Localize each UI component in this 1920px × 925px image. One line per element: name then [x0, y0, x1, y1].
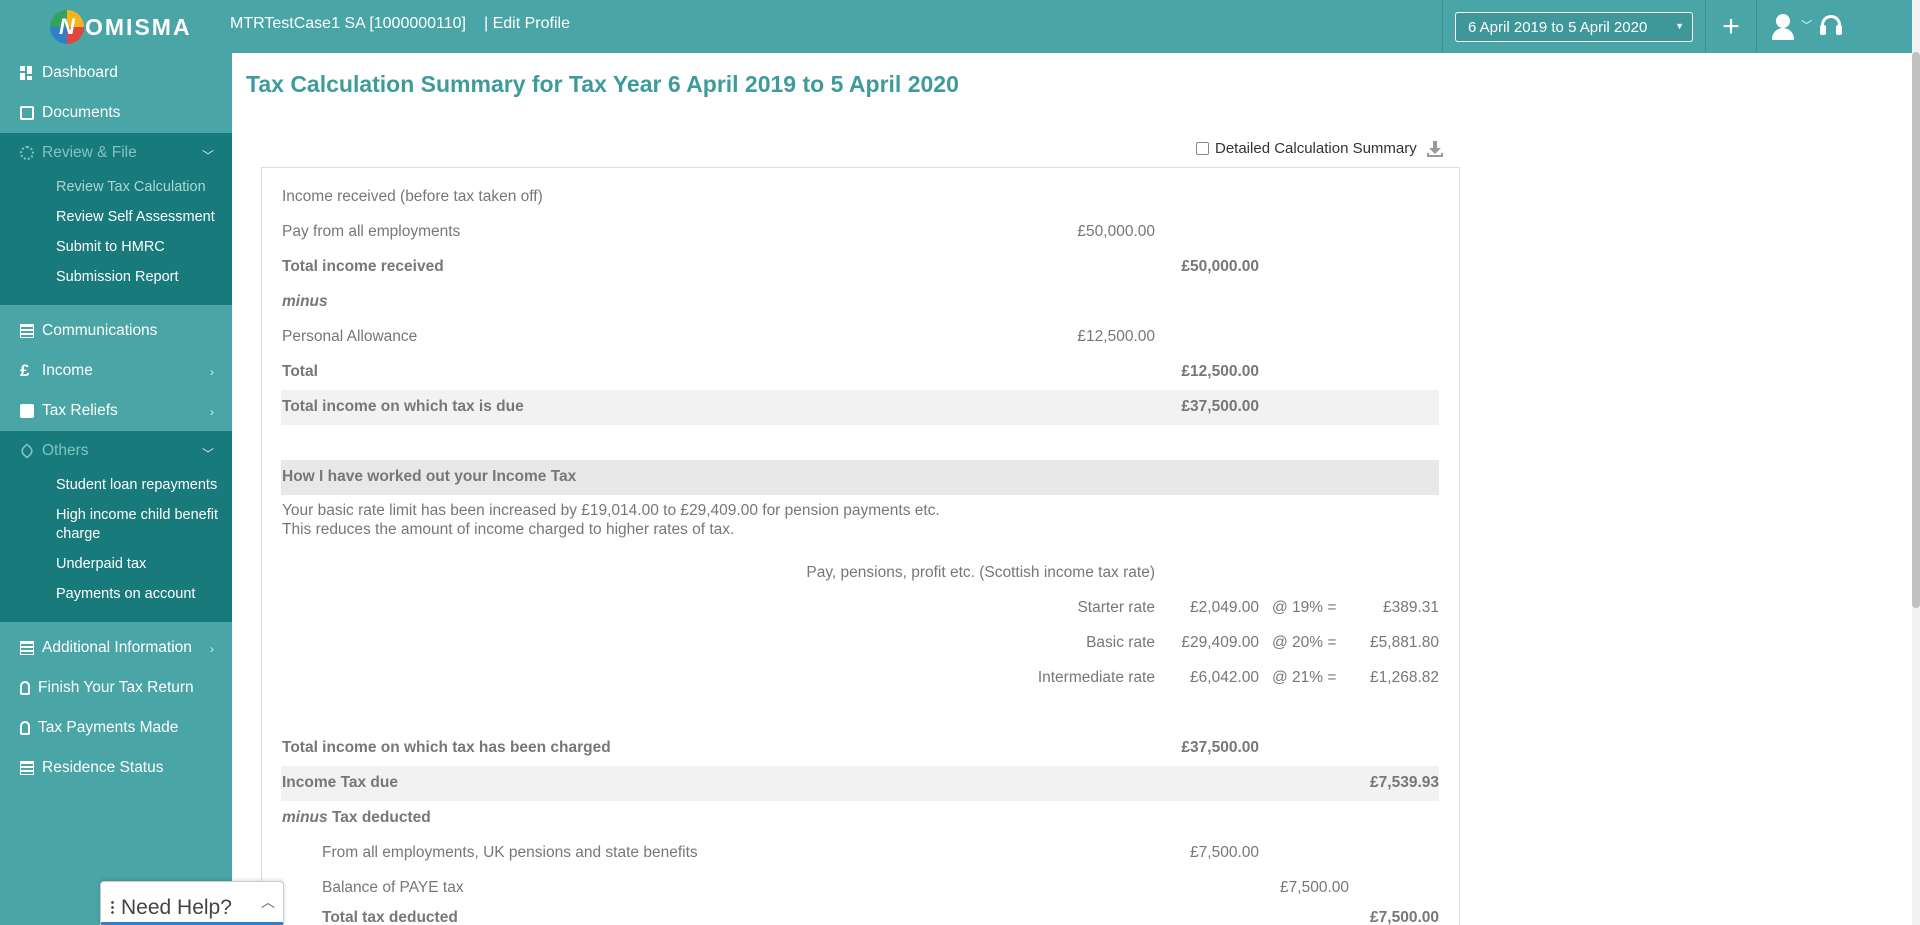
- band-row: Intermediate rate £6,042.00 @ 21% = £1,2…: [1037, 669, 1439, 686]
- additional-information-icon: [20, 641, 34, 655]
- tax-charged-row: Total income on which tax has been charg…: [282, 739, 1259, 756]
- sidebar-item-submit-hmrc[interactable]: Submit to HMRC: [0, 233, 232, 263]
- caret-down-icon: ▼: [1675, 20, 1684, 31]
- client-name: MTRTestCase1 SA [1000000110]: [230, 15, 466, 32]
- income-heading-row: Income received (before tax taken off): [282, 188, 543, 205]
- sidebar-item-residence-status[interactable]: Residence Status: [0, 748, 232, 788]
- documents-icon: [20, 106, 34, 120]
- total-income-row: Total income received £50,000.00: [282, 258, 1259, 275]
- chevron-down-icon: ﹀: [201, 447, 214, 461]
- pound-icon: £: [20, 361, 30, 380]
- sidebar-item-review-self-assessment[interactable]: Review Self Assessment: [0, 203, 232, 233]
- total-row: Total £12,500.00: [282, 363, 1259, 380]
- user-menu-icon[interactable]: ﹀: [1769, 12, 1813, 42]
- headset-icon[interactable]: [1817, 13, 1845, 41]
- sidebar-item-finish-return[interactable]: Finish Your Tax Return: [0, 668, 232, 708]
- chevron-right-icon: ›: [210, 405, 214, 419]
- sidebar-item-documents[interactable]: Documents: [0, 93, 232, 133]
- sidebar-item-dashboard[interactable]: Dashboard: [0, 53, 232, 93]
- edit-profile-link[interactable]: | Edit Profile: [484, 15, 570, 33]
- review-file-group: Review & File ﹀ Review Tax Calculation R…: [0, 133, 232, 305]
- drag-handle-icon[interactable]: [111, 900, 114, 916]
- sidebar-item-underpaid-tax[interactable]: Underpaid tax: [0, 550, 232, 580]
- residence-status-icon: [20, 761, 34, 775]
- sidebar-item-tax-reliefs[interactable]: Tax Reliefs ›: [0, 391, 232, 431]
- chevron-down-icon: ﹀: [201, 149, 214, 163]
- chevron-down-icon: ﹀: [1801, 19, 1812, 32]
- sidebar-item-additional-information[interactable]: Additional Information ›: [0, 628, 232, 668]
- total-deducted-row: Total tax deducted £7,500.00: [322, 909, 1439, 925]
- sidebar-item-income[interactable]: £ Income ›: [0, 351, 232, 391]
- review-file-icon: [20, 146, 34, 160]
- sidebar-item-student-loan[interactable]: Student loan repayments: [0, 471, 232, 501]
- page-title: Tax Calculation Summary for Tax Year 6 A…: [246, 71, 959, 97]
- pointer-icon: [20, 681, 30, 695]
- nomisma-logo[interactable]: N OMISMA: [50, 10, 192, 44]
- scottish-rate-heading: Pay, pensions, profit etc. (Scottish inc…: [806, 564, 1155, 581]
- topbar-actions: 6 April 2019 to 5 April 2020 ▼ + ﹀: [1442, 0, 1845, 53]
- sidebar: Dashboard Documents Review & File ﹀ Revi…: [0, 53, 232, 925]
- tax-deducted-row: minus Tax deducted: [282, 809, 431, 826]
- communications-icon: [20, 324, 34, 338]
- plus-icon[interactable]: +: [1718, 11, 1744, 42]
- tax-year-select[interactable]: 6 April 2019 to 5 April 2020 ▼: [1455, 11, 1693, 42]
- sidebar-item-review-file[interactable]: Review & File ﹀: [0, 133, 232, 173]
- income-tax-due-row: Income Tax due £7,539.93: [281, 766, 1439, 801]
- logo-mark-icon: N: [50, 10, 84, 44]
- dashboard-icon: [20, 66, 34, 80]
- download-icon[interactable]: [1426, 140, 1443, 157]
- clipboard-icon: [20, 404, 34, 418]
- pointer-icon: [20, 721, 30, 735]
- sidebar-item-others[interactable]: Others ﹀: [0, 431, 232, 471]
- band-row: Starter rate £2,049.00 @ 19% = £389.31: [1077, 599, 1439, 616]
- from-employments-row: From all employments, UK pensions and st…: [322, 844, 1259, 861]
- detailed-summary-toggle[interactable]: Detailed Calculation Summary: [1196, 140, 1443, 157]
- minus-row: minus: [282, 293, 328, 310]
- personal-allowance-row: Personal Allowance £12,500.00: [282, 328, 1155, 345]
- scrollbar-thumb[interactable]: [1912, 52, 1920, 608]
- chevron-up-icon[interactable]: ︿: [261, 892, 275, 912]
- sidebar-item-submission-report[interactable]: Submission Report: [0, 263, 232, 293]
- pay-row: Pay from all employments £50,000.00: [282, 223, 1155, 240]
- tag-icon: [19, 443, 35, 459]
- sidebar-item-tax-payments[interactable]: Tax Payments Made: [0, 708, 232, 748]
- sidebar-item-review-tax-calculation[interactable]: Review Tax Calculation: [0, 173, 232, 203]
- detailed-summary-checkbox[interactable]: [1196, 142, 1209, 155]
- how-worked-out-heading: How I have worked out your Income Tax: [281, 460, 1439, 495]
- sidebar-item-communications[interactable]: Communications: [0, 311, 232, 351]
- sidebar-item-child-benefit-charge[interactable]: High income child benefit charge: [0, 501, 232, 550]
- need-help-widget[interactable]: Need Help? ︿: [100, 881, 284, 925]
- top-bar: N OMISMA MTRTestCase1 SA [1000000110] | …: [0, 0, 1912, 53]
- others-group: Others ﹀ Student loan repayments High in…: [0, 431, 232, 622]
- sidebar-item-payments-on-account[interactable]: Payments on account: [0, 580, 232, 610]
- taxable-income-row: Total income on which tax is due £37,500…: [281, 390, 1439, 425]
- band-row: Basic rate £29,409.00 @ 20% = £5,881.80: [1086, 634, 1439, 651]
- basic-rate-note: Your basic rate limit has been increased…: [282, 502, 940, 538]
- chevron-right-icon: ›: [210, 642, 214, 656]
- chevron-right-icon: ›: [210, 365, 214, 379]
